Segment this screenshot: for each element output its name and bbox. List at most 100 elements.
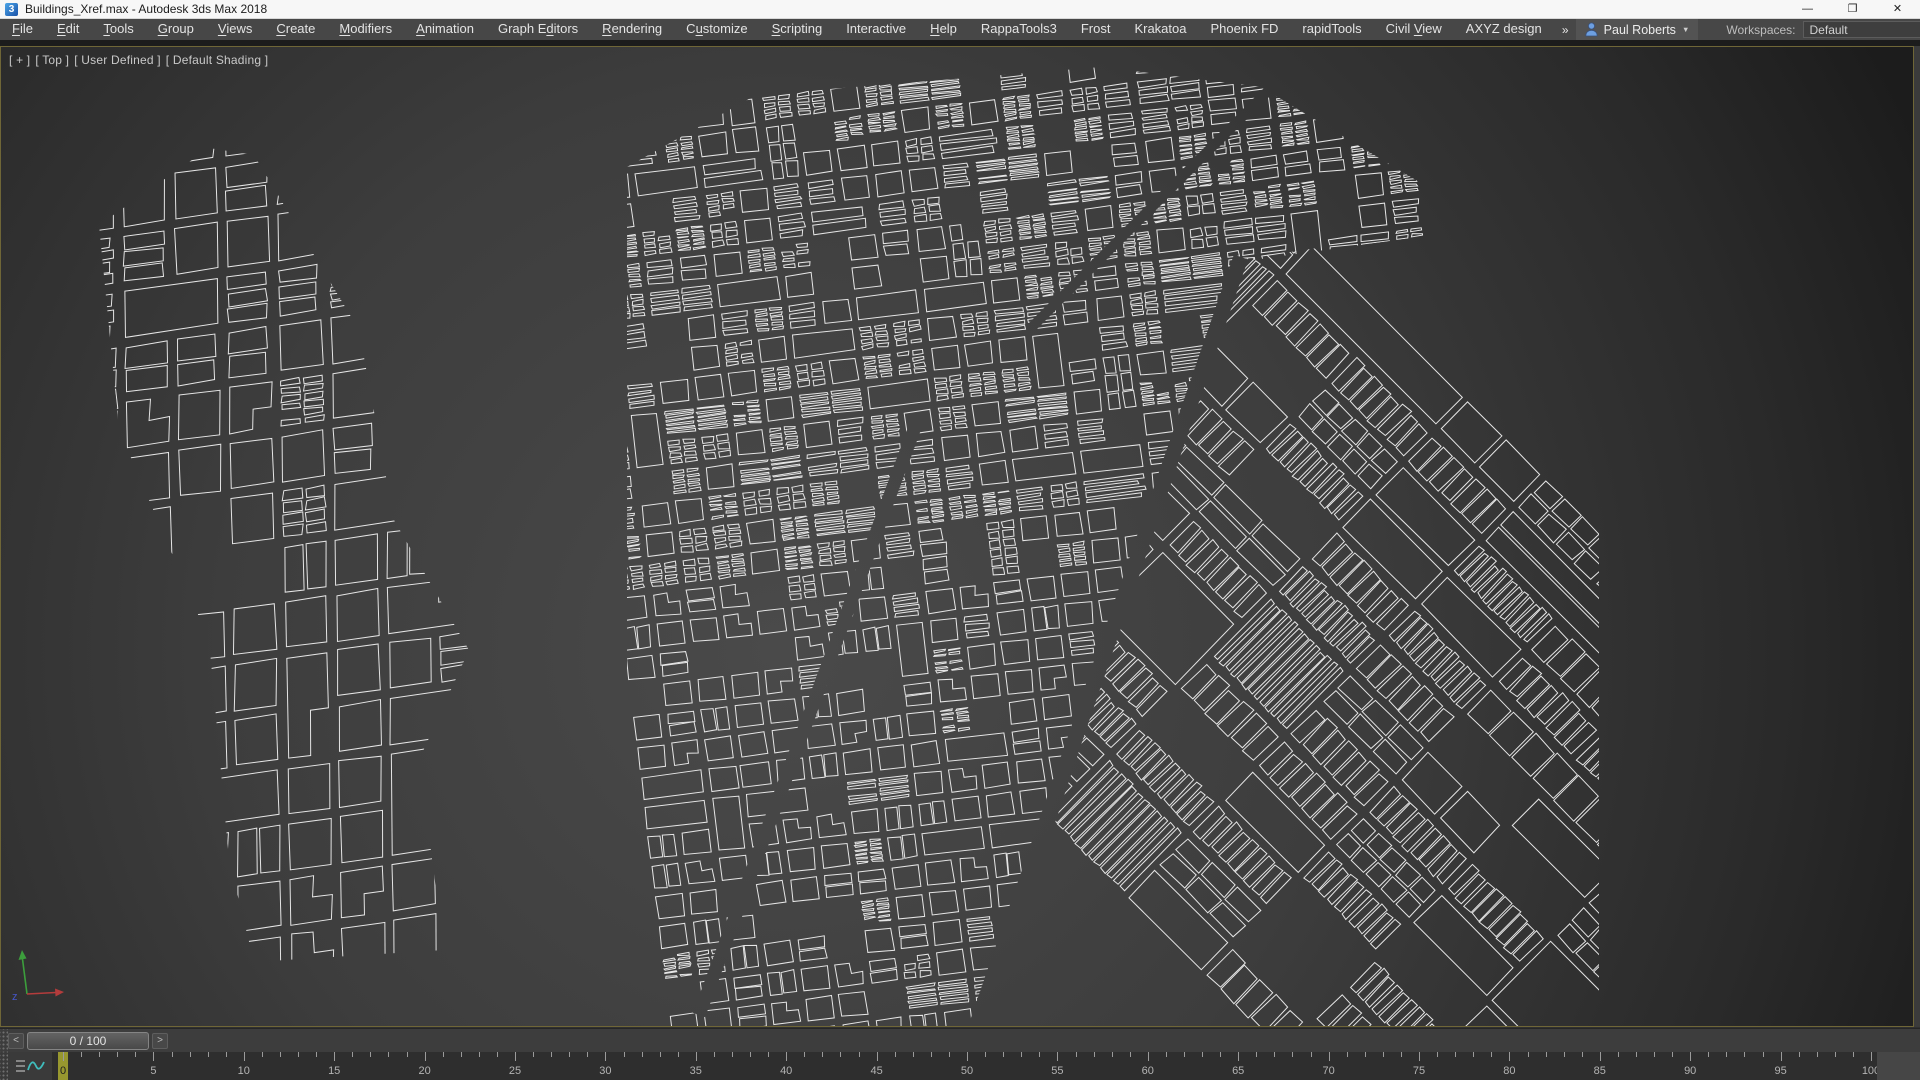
menu-overflow-icon[interactable]: » <box>1554 23 1576 37</box>
frame-tick <box>624 1052 625 1057</box>
trackbar-out-of-range <box>1877 1052 1920 1080</box>
frame-tick <box>1238 1052 1239 1061</box>
menu-rendering[interactable]: Rendering <box>590 19 674 40</box>
previous-frame-button[interactable]: < <box>8 1033 24 1049</box>
frame-tick <box>569 1052 570 1057</box>
frame-tick <box>352 1052 353 1057</box>
frame-number-label: 45 <box>862 1065 892 1077</box>
menu-file[interactable]: File <box>0 19 45 40</box>
frame-tick <box>1166 1052 1167 1057</box>
menu-views[interactable]: Views <box>206 19 264 40</box>
frame-tick <box>1311 1052 1312 1057</box>
frame-tick <box>1347 1052 1348 1057</box>
frame-tick <box>1582 1052 1583 1057</box>
frame-number-label: 95 <box>1766 1065 1796 1077</box>
frame-number-label: 55 <box>1042 1065 1072 1077</box>
menu-rapidtools[interactable]: rapidTools <box>1290 19 1373 40</box>
top-viewport[interactable]: z [ + ] [ Top ] [ User Defined ] [ Default … <box>0 46 1914 1027</box>
frame-tick <box>443 1052 444 1057</box>
frame-tick <box>1473 1052 1474 1057</box>
frame-tick <box>678 1052 679 1057</box>
viewport-general-menu[interactable]: [ + ] <box>9 53 30 67</box>
menu-frost[interactable]: Frost <box>1069 19 1123 40</box>
frame-tick <box>804 1052 805 1057</box>
frame-tick <box>1690 1052 1691 1061</box>
frame-tick <box>244 1052 245 1061</box>
frame-number-label: 80 <box>1494 1065 1524 1077</box>
frame-tick <box>1781 1052 1782 1061</box>
frame-tick <box>262 1052 263 1057</box>
next-frame-button[interactable]: > <box>152 1033 168 1049</box>
frame-tick <box>1003 1052 1004 1057</box>
workspaces-value: Default <box>1810 23 1848 37</box>
frame-number-label: 5 <box>138 1065 168 1077</box>
menu-scripting[interactable]: Scripting <box>760 19 835 40</box>
time-slider-handle[interactable]: 0 / 100 <box>27 1032 149 1050</box>
frame-tick <box>226 1052 227 1057</box>
frame-tick <box>1057 1052 1058 1061</box>
workspaces-dropdown[interactable]: Default ▼ <box>1803 21 1920 38</box>
account-button[interactable]: Paul Roberts ▼ <box>1576 19 1699 40</box>
menu-rappatools3[interactable]: RappaTools3 <box>969 19 1069 40</box>
frame-number-label: 30 <box>590 1065 620 1077</box>
frame-tick <box>1076 1052 1077 1057</box>
3ds-max-app-icon[interactable]: 3 <box>5 3 18 16</box>
frame-tick <box>1329 1052 1330 1061</box>
frame-tick <box>1383 1052 1384 1057</box>
menu-krakatoa[interactable]: Krakatoa <box>1122 19 1198 40</box>
restore-button[interactable]: ❐ <box>1830 0 1875 18</box>
frame-number-label: 15 <box>319 1065 349 1077</box>
menu-animation[interactable]: Animation <box>404 19 486 40</box>
menu-group[interactable]: Group <box>146 19 206 40</box>
viewport-camera-label[interactable]: [ User Defined ] <box>74 53 161 67</box>
drag-handle-dots[interactable] <box>0 1029 8 1052</box>
frame-tick <box>1546 1052 1547 1057</box>
close-button[interactable]: ✕ <box>1875 0 1920 18</box>
frame-tick <box>1835 1052 1836 1057</box>
application-window: 3 Buildings_Xref.max - Autodesk 3ds Max … <box>0 0 1920 1080</box>
frame-tick <box>1202 1052 1203 1057</box>
frame-tick <box>407 1052 408 1057</box>
menu-help[interactable]: Help <box>918 19 969 40</box>
mini-curve-editor-icon[interactable] <box>13 1055 49 1077</box>
frame-tick <box>1365 1052 1366 1057</box>
frame-tick <box>1401 1052 1402 1057</box>
frame-tick <box>840 1052 841 1057</box>
menu-axyz-design[interactable]: AXYZ design <box>1454 19 1554 40</box>
frame-tick <box>533 1052 534 1057</box>
minimize-button[interactable]: — <box>1785 0 1830 18</box>
frame-tick <box>425 1052 426 1061</box>
frame-tick <box>768 1052 769 1057</box>
menu-create[interactable]: Create <box>264 19 327 40</box>
menu-phoenix-fd[interactable]: Phoenix FD <box>1198 19 1290 40</box>
frame-tick <box>1184 1052 1185 1057</box>
menu-civil-view[interactable]: Civil View <box>1374 19 1454 40</box>
menu-interactive[interactable]: Interactive <box>834 19 918 40</box>
menu-customize[interactable]: Customize <box>674 19 759 40</box>
frame-tick <box>208 1052 209 1057</box>
window-edge <box>1914 46 1920 1027</box>
menu-edit[interactable]: Edit <box>45 19 91 40</box>
frame-tick <box>1871 1052 1872 1061</box>
frame-number-label: 60 <box>1133 1065 1163 1077</box>
menu-bar: FileEditToolsGroupViewsCreateModifiersAn… <box>0 19 1920 40</box>
frame-tick <box>280 1052 281 1057</box>
menu-graph-editors[interactable]: Graph Editors <box>486 19 590 40</box>
frame-tick <box>985 1052 986 1057</box>
frame-tick <box>298 1052 299 1057</box>
viewport-canvas[interactable]: z <box>1 47 1913 1026</box>
viewport-background <box>1 47 1913 1026</box>
window-title: Buildings_Xref.max - Autodesk 3ds Max 20… <box>25 2 267 16</box>
menu-tools[interactable]: Tools <box>91 19 145 40</box>
track-bar[interactable]: 0510152025303540455055606570758085909510… <box>0 1052 1920 1080</box>
frame-tick <box>877 1052 878 1061</box>
frame-tick <box>1799 1052 1800 1057</box>
menubar-right: » Paul Roberts ▼ Workspaces: Default ▼ <box>1554 19 1920 40</box>
menu-modifiers[interactable]: Modifiers <box>327 19 404 40</box>
frame-tick <box>117 1052 118 1057</box>
drag-handle-dots[interactable] <box>0 1052 8 1080</box>
frame-tick <box>967 1052 968 1061</box>
viewport-shading-label[interactable]: [ Default Shading ] <box>166 53 269 67</box>
viewport-pov-label[interactable]: [ Top ] <box>35 53 69 67</box>
frame-tick <box>1726 1052 1727 1057</box>
